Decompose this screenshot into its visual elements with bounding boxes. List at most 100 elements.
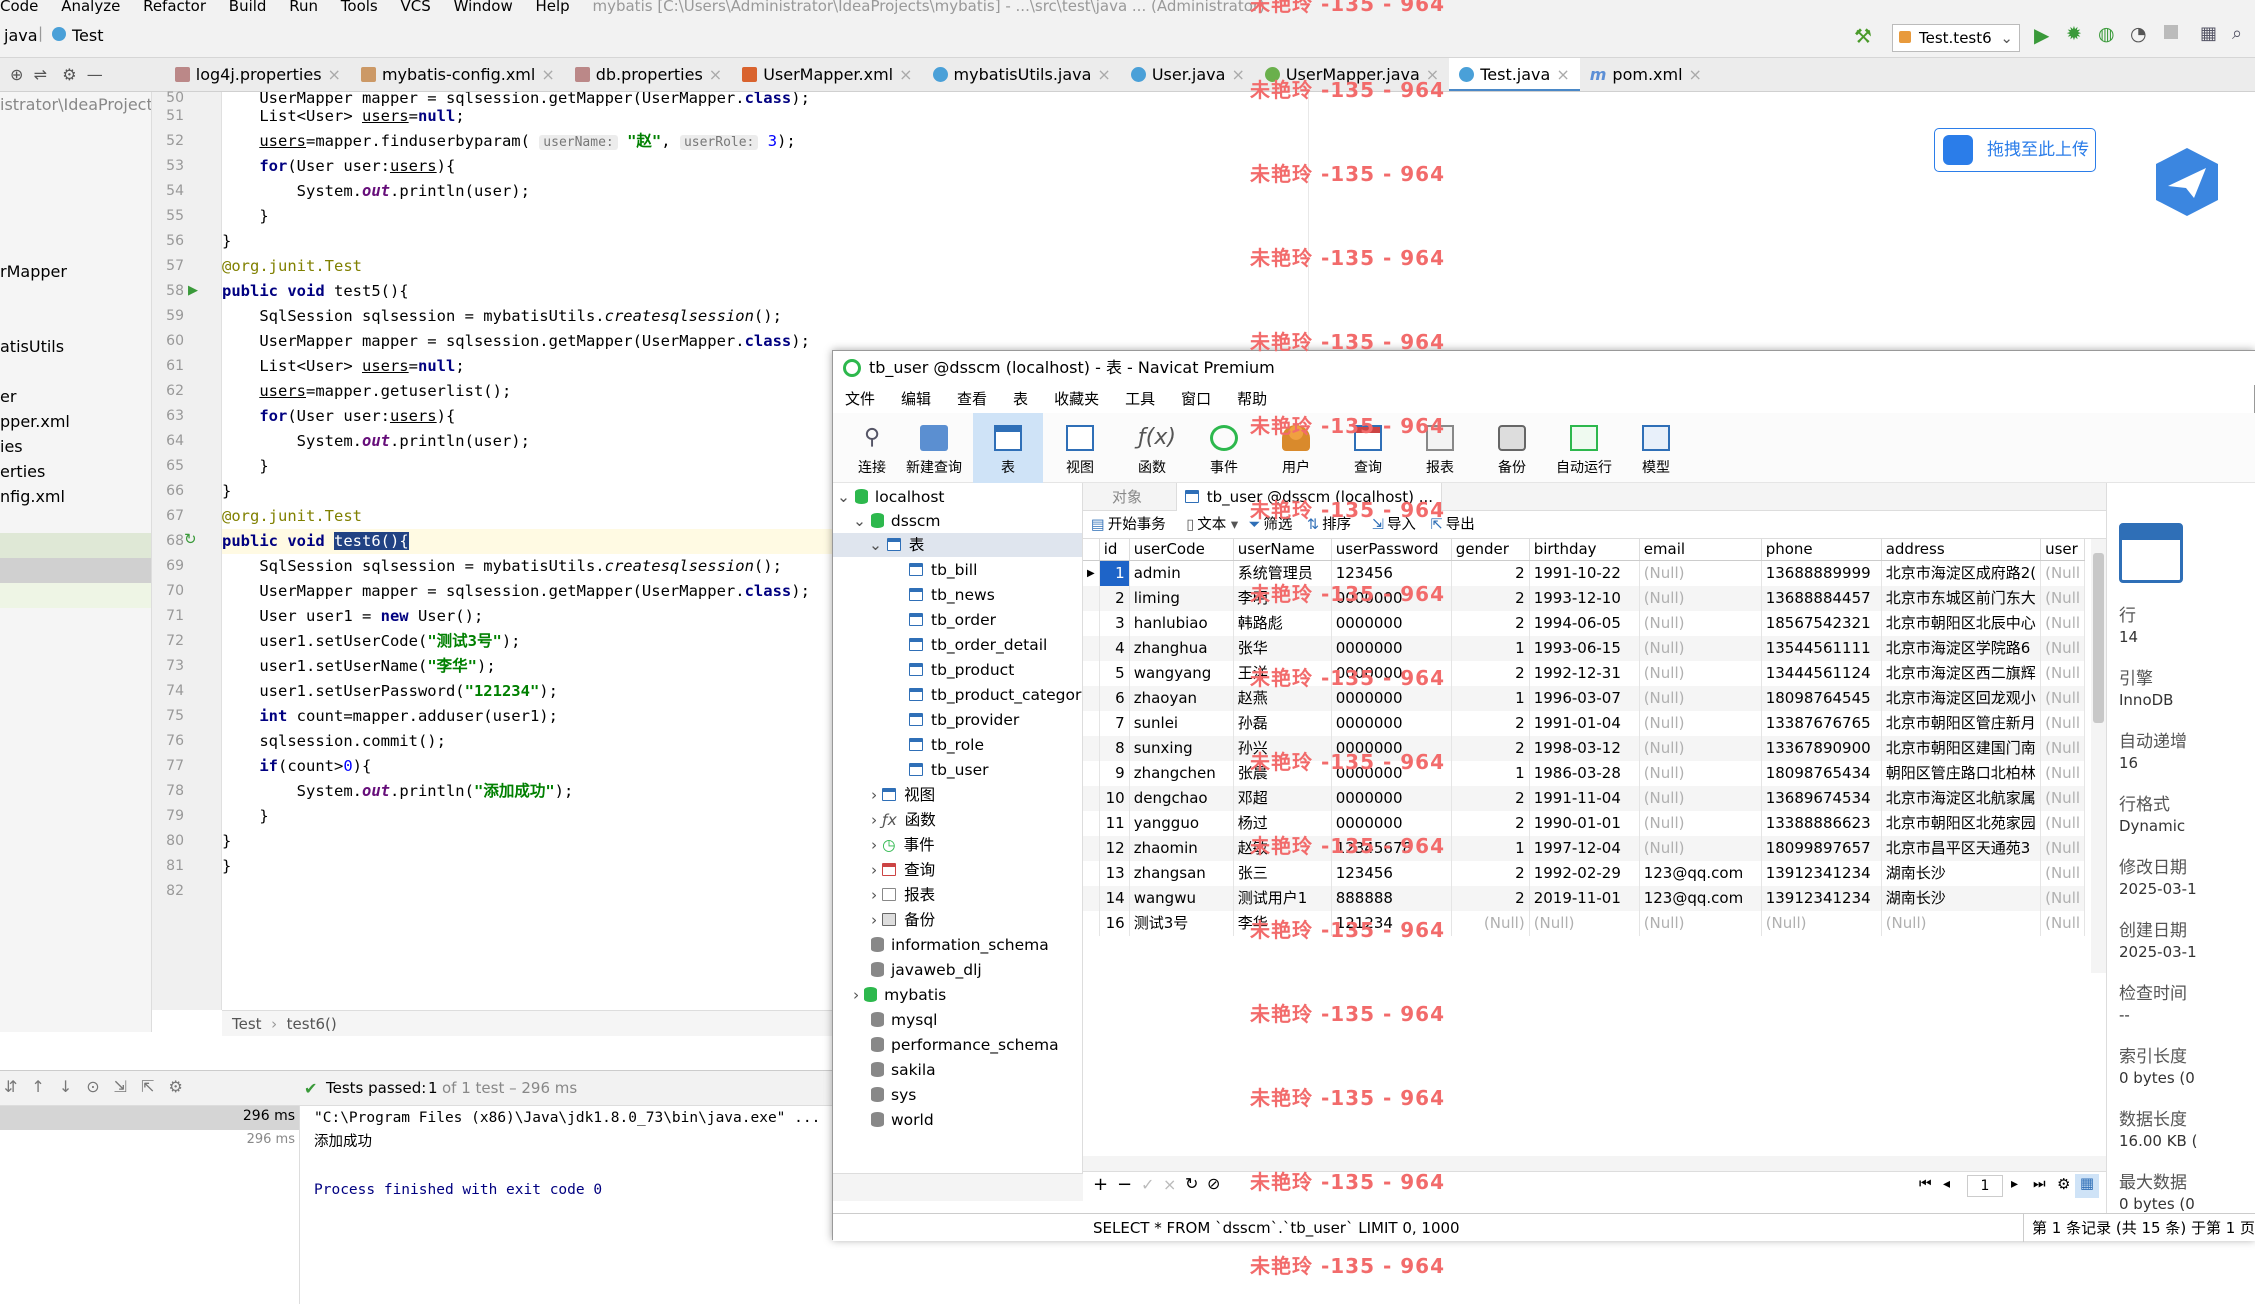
table-cell[interactable]: 测试用户1	[1233, 886, 1332, 911]
navicat-menu-file[interactable]: 文件	[845, 385, 875, 413]
tab-mybatis-config[interactable]: mybatis-config.xml ×	[351, 58, 565, 91]
table-cell[interactable]: 1993-12-10	[1529, 586, 1640, 611]
tree-db-item[interactable]: › mybatis	[853, 983, 946, 1007]
table-cell[interactable]: 1996-03-07	[1529, 686, 1640, 711]
table-cell[interactable]: 1992-12-31	[1529, 661, 1640, 686]
tree-db-item[interactable]: sakila	[871, 1058, 936, 1082]
table-cell[interactable]: 2	[1099, 586, 1130, 611]
table-cell[interactable]: (Null	[2040, 761, 2086, 786]
run-tool-icons[interactable]: ⇵↑↓⊙⇲⇱⚙	[4, 1077, 197, 1096]
navicat-menu-window[interactable]: 窗口	[1181, 385, 1211, 413]
table-cell[interactable]: 北京市朝阳区管庄新月	[1881, 711, 2042, 736]
table-cell[interactable]: 朝阳区管庄路口北柏林	[1881, 761, 2042, 786]
last-page-icon[interactable]: ⏭	[2033, 1176, 2046, 1192]
table-cell[interactable]: 0000000	[1331, 611, 1452, 636]
table-cell[interactable]: (Null	[2040, 560, 2086, 586]
column-header[interactable]: userCode	[1129, 539, 1234, 561]
table-cell[interactable]: 湖南长沙	[1881, 886, 2042, 911]
table-cell[interactable]: (Null)	[1639, 686, 1762, 711]
row-indicator[interactable]: ▶	[1083, 560, 1100, 586]
table-cell[interactable]: 2	[1451, 661, 1530, 686]
table-cell[interactable]: 北京市朝阳区北辰中心	[1881, 611, 2042, 636]
table-cell[interactable]: (Null)	[1639, 636, 1762, 661]
table-cell[interactable]: 北京市朝阳区北苑家园	[1881, 811, 2042, 836]
tree-item[interactable]: nfig.xml	[0, 484, 151, 509]
settings-icon[interactable]: ⚙	[2057, 1175, 2070, 1193]
export-button[interactable]: 导出	[1446, 517, 1475, 533]
tree-table-item[interactable]: tb_user	[909, 758, 988, 782]
table-cell[interactable]: 11	[1099, 811, 1130, 836]
close-icon[interactable]: ×	[1689, 65, 1702, 84]
row-indicator[interactable]	[1083, 611, 1100, 636]
row-indicator[interactable]	[1083, 761, 1100, 786]
tree-db-item[interactable]: sys	[871, 1083, 916, 1107]
table-cell[interactable]: 孙磊	[1233, 711, 1332, 736]
tree-item-selected[interactable]	[0, 533, 151, 558]
table-row[interactable]: 4 zhanghua 张华 0000000 1 1993-06-15 (Null) 13544…	[1083, 636, 2086, 661]
row-indicator[interactable]	[1083, 836, 1100, 861]
tab-test-java[interactable]: Test.java ×	[1449, 58, 1580, 91]
table-cell[interactable]: 18099897657	[1761, 836, 1882, 861]
table-cell[interactable]: 0000000	[1331, 711, 1452, 736]
table-cell[interactable]: 2	[1451, 786, 1530, 811]
table-row[interactable]: 7 sunlei 孙磊 0000000 2 1991-01-04 (Null) 1338767…	[1083, 711, 2086, 736]
table-cell[interactable]: (Null	[2040, 886, 2086, 911]
table-cell[interactable]: (Null)	[1881, 911, 2042, 936]
connect-button[interactable]: ⚲ 连接	[837, 413, 907, 483]
menu-analyze[interactable]: Analyze	[61, 0, 120, 14]
row-indicator[interactable]	[1083, 586, 1100, 611]
table-cell[interactable]: zhaomin	[1129, 836, 1234, 861]
table-cell[interactable]: 9	[1099, 761, 1130, 786]
table-cell[interactable]: (Null	[2040, 636, 2086, 661]
tree-table-item[interactable]: tb_product	[909, 658, 1014, 682]
table-cell[interactable]: zhaoyan	[1129, 686, 1234, 711]
column-header[interactable]: birthday	[1529, 539, 1640, 561]
table-cell[interactable]: (Null	[2040, 686, 2086, 711]
tab-pom[interactable]: m pom.xml ×	[1580, 58, 1712, 91]
table-cell[interactable]: 123@qq.com	[1639, 861, 1762, 886]
table-cell[interactable]: 2	[1451, 711, 1530, 736]
table-cell[interactable]: 18567542321	[1761, 611, 1882, 636]
table-row[interactable]: 9 zhangchen 张晨 0000000 1 1986-03-28 (Null) 1809…	[1083, 761, 2086, 786]
column-header[interactable]: address	[1881, 539, 2042, 561]
tab-usermapper-xml[interactable]: UserMapper.xml ×	[732, 58, 922, 91]
tree-table-item[interactable]: tb_role	[909, 733, 984, 757]
table-cell[interactable]: (Null)	[1639, 611, 1762, 636]
table-cell[interactable]: 1	[1451, 686, 1530, 711]
table-row[interactable]: ▶ 1 admin 系统管理员 123456 2 1991-10-22 (Null) 13688…	[1083, 560, 2086, 586]
table-cell[interactable]: 12	[1099, 836, 1130, 861]
table-cell[interactable]: 北京市海淀区成府路2(	[1881, 560, 2042, 586]
table-cell[interactable]: 1	[1451, 636, 1530, 661]
table-cell[interactable]: 1	[1099, 560, 1130, 586]
table-cell[interactable]: (Null)	[1639, 661, 1762, 686]
run-test-icon[interactable]: ▶	[188, 283, 198, 298]
page-number-input[interactable]: 1	[1967, 1175, 2003, 1197]
table-cell[interactable]: (Null)	[1639, 711, 1762, 736]
table-cell[interactable]: 6	[1099, 686, 1130, 711]
table-cell[interactable]: (Null	[2040, 661, 2086, 686]
tree-table-item[interactable]: tb_order	[909, 608, 996, 632]
breadcrumb-class[interactable]: Test	[232, 1015, 262, 1033]
table-cell[interactable]: 张华	[1233, 636, 1332, 661]
row-indicator[interactable]	[1083, 736, 1100, 761]
table-cell[interactable]: (Null)	[1529, 911, 1640, 936]
table-cell[interactable]: (Null	[2040, 911, 2086, 936]
function-button[interactable]: ƒ(x) 函数	[1117, 413, 1187, 483]
table-cell[interactable]: 13367890900	[1761, 736, 1882, 761]
tree-item-highlight[interactable]	[0, 558, 151, 583]
navicat-menu-edit[interactable]: 编辑	[901, 385, 931, 413]
table-cell[interactable]: (Null	[2040, 736, 2086, 761]
table-cell[interactable]: 0000000	[1331, 636, 1452, 661]
table-cell[interactable]: 北京市海淀区学院路6	[1881, 636, 2042, 661]
table-cell[interactable]: 2	[1451, 886, 1530, 911]
table-cell[interactable]: 2	[1451, 560, 1530, 586]
table-cell[interactable]: 123@qq.com	[1639, 886, 1762, 911]
table-row[interactable]: 14 wangwu 测试用户1 888888 2 2019-11-01 123@qq.com…	[1083, 886, 2086, 911]
table-row[interactable]: 11 yangguo 杨过 0000000 2 1990-01-01 (Null) 13388…	[1083, 811, 2086, 836]
tree-item[interactable]: ies	[0, 434, 151, 459]
table-cell[interactable]: 2	[1451, 611, 1530, 636]
table-cell[interactable]: 13387676765	[1761, 711, 1882, 736]
column-header[interactable]: userName	[1233, 539, 1332, 561]
table-cell[interactable]: sunlei	[1129, 711, 1234, 736]
table-cell[interactable]: 1993-06-15	[1529, 636, 1640, 661]
